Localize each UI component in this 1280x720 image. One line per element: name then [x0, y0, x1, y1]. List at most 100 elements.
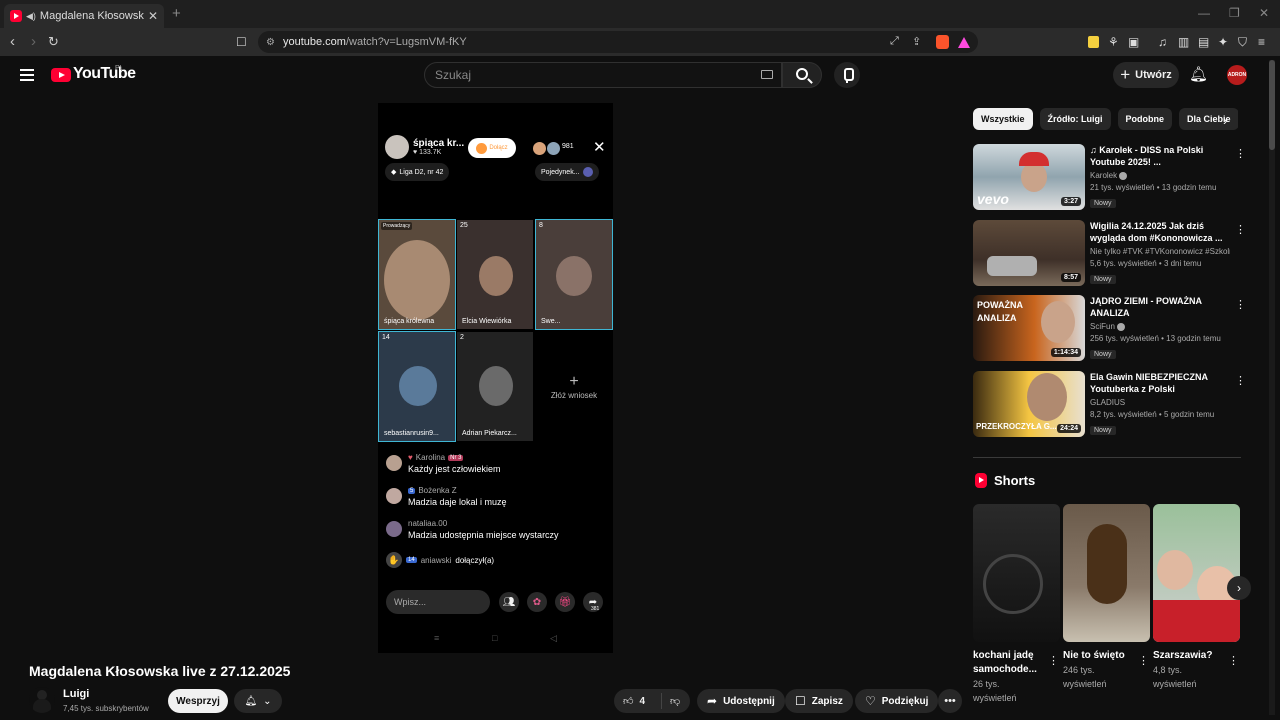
site-info-icon[interactable]: ⚙ [266, 37, 275, 48]
search-input[interactable]: Szukaj [424, 62, 782, 88]
thanks-button[interactable]: ♡ Podziękuj [855, 689, 939, 713]
brave-rewards-icon[interactable] [958, 37, 970, 48]
notifications-bell-icon[interactable]: 🔔︎ [1189, 65, 1208, 83]
chip-source[interactable]: Źródło: Luigi [1039, 108, 1111, 130]
minimize-icon[interactable]: — [1198, 6, 1210, 20]
guest-cell: 2 Adrian Piekarcz... [456, 331, 534, 442]
speaker-icon[interactable]: ◀) [26, 11, 36, 22]
recommendation-item[interactable]: POWAŻNA ANALIZA 1:14:34 JĄDRO ZIEMI - PO… [973, 295, 1246, 363]
support-button[interactable]: Wesprzyj [168, 689, 228, 713]
join-user: aniawski [420, 555, 452, 565]
kebab-menu-icon[interactable]: ⋮ [1228, 654, 1239, 667]
youtube-logo-text[interactable]: YouTube [73, 65, 136, 83]
new-badge: Nowy [1090, 426, 1116, 435]
media-icon[interactable]: ♫ [1158, 35, 1167, 49]
chevron-right-icon[interactable]: › [1223, 113, 1227, 128]
short-thumbnail[interactable] [973, 504, 1060, 642]
host-name: śpiąca kr... [413, 138, 465, 149]
shorts-next-button[interactable]: › [1227, 576, 1251, 600]
short-thumbnail[interactable] [1153, 504, 1240, 642]
open-external-icon[interactable]: ⤢ [890, 35, 899, 48]
vpn-shield-icon[interactable]: ⛉ [1238, 35, 1247, 50]
channel-name: GLADIUS [1090, 398, 1126, 407]
like-button[interactable]: 👍︎ 4 [614, 693, 662, 709]
chip-similar[interactable]: Podobne [1117, 108, 1173, 130]
bookmark-icon[interactable]: ☐ [236, 35, 247, 49]
duel-label: Pojedynek... [541, 168, 580, 176]
account-avatar[interactable]: ADRON [1227, 65, 1247, 85]
recommendation-item[interactable]: 8:57 Wigilia 24.12.2025 Jak dziś wygląda… [973, 220, 1246, 288]
extensions-icon[interactable]: ⚘ [1108, 35, 1119, 49]
browser-tab[interactable]: ◀) Magdalena Kłosowska live z 2 ✕ [4, 4, 164, 28]
close-window-icon[interactable]: ✕ [1259, 6, 1269, 20]
wallet-icon[interactable]: ▤ [1198, 35, 1209, 49]
hamburger-menu-icon[interactable] [20, 69, 34, 81]
search-button[interactable] [782, 62, 822, 88]
recommendation-item[interactable]: PRZEKROCZYŁA G... 24:24 Ela Gawin NIEBEZ… [973, 371, 1246, 439]
keyboard-icon[interactable] [761, 70, 773, 79]
verified-icon [1119, 171, 1128, 180]
video-thumbnail[interactable]: 8:57 [973, 220, 1085, 286]
extension-box-icon[interactable]: ▣ [1128, 35, 1139, 49]
back-icon[interactable]: ‹ [10, 33, 15, 50]
page-scrollbar[interactable] [1269, 60, 1275, 715]
more-actions-icon[interactable]: ••• [938, 689, 962, 713]
sidebar-icon[interactable]: ▥ [1178, 35, 1189, 49]
heart-icon: ♥ [408, 453, 413, 462]
close-tab-icon[interactable]: ✕ [148, 9, 158, 23]
video-title: Ela Gawin NIEBEZPIECZNA Youtuberka z Pol… [1090, 372, 1208, 394]
new-tab-button[interactable]: + [172, 5, 181, 22]
guest-score: 25 [460, 222, 468, 229]
maximize-icon[interactable]: ❐ [1229, 6, 1240, 20]
short-title: Szarszawia? [1153, 650, 1213, 661]
add-request-label: Złóż wniosek [550, 391, 598, 400]
short-thumbnail[interactable] [1063, 504, 1150, 642]
chat-user: Bożenka Z [418, 486, 457, 495]
video-duration: 8:57 [1060, 273, 1081, 282]
kebab-menu-icon[interactable]: ⋮ [1235, 298, 1246, 311]
video-thumbnail[interactable]: POWAŻNA ANALIZA 1:14:34 [973, 295, 1085, 361]
kebab-menu-icon[interactable]: ⋮ [1235, 223, 1246, 236]
share-page-icon[interactable]: ⇪ [912, 35, 921, 48]
short-item[interactable]: kochani jadę samochode... 26 tys. wyświe… [973, 504, 1060, 705]
filter-chips: Wszystkie Źródło: Luigi Podobne Dla Cieb… [973, 108, 1238, 132]
voice-search-icon[interactable] [834, 62, 860, 88]
forward-icon[interactable]: › [31, 33, 36, 50]
kebab-menu-icon[interactable]: ⋮ [1048, 654, 1059, 667]
subscription-bell-button[interactable]: 🔔︎ ⌄ [234, 689, 282, 713]
kebab-menu-icon[interactable]: ⋮ [1138, 654, 1149, 667]
short-item[interactable]: Nie to święto 246 tys. wyświetleń ⋮ [1063, 504, 1150, 691]
short-views: 246 tys. wyświetleń [1063, 665, 1107, 689]
kebab-menu-icon[interactable]: ⋮ [1235, 147, 1246, 160]
save-label: Zapisz [811, 695, 843, 707]
guest-score: 2 [460, 334, 464, 341]
join-badge: 14 [406, 557, 417, 563]
video-thumbnail[interactable]: PRZEKROCZYŁA G... 24:24 [973, 371, 1085, 437]
dislike-button[interactable]: 👎︎ [662, 695, 680, 707]
video-thumbnail[interactable]: vevo 3:27 [973, 144, 1085, 210]
leo-ai-icon[interactable]: ✦ [1218, 35, 1228, 49]
url-bar[interactable]: ⚙ youtube.com/watch?v=LugsmVM-fKY ⤢ ⇪ [258, 31, 978, 53]
channel-avatar[interactable] [29, 687, 55, 713]
reload-icon[interactable]: ↻ [48, 34, 59, 50]
extension-yellow-icon[interactable] [1088, 36, 1099, 48]
youtube-logo-icon[interactable] [51, 68, 71, 82]
channel-name[interactable]: Luigi [63, 688, 89, 700]
recommendation-item[interactable]: vevo 3:27 ♫ Karolek - DISS na Polski You… [973, 144, 1246, 212]
share-button[interactable]: ➦ Udostępnij [697, 689, 785, 713]
league-label: Liga D2, nr 42 [399, 168, 444, 176]
kebab-menu-icon[interactable]: ⋮ [1235, 374, 1246, 387]
short-item[interactable]: Szarszawia? 4,8 tys. wyświetleń ⋮ [1153, 504, 1240, 691]
join-event: ✋ 14 aniawski dołączył(a) [386, 552, 606, 568]
guest-name: Elcia Wiewiórka [462, 318, 512, 325]
video-player[interactable]: śpiąca kr... ♥ 133.7K Dołącz 981 ✕ ◆ Lig… [378, 103, 613, 653]
menu-icon[interactable]: ≡ [1258, 35, 1265, 49]
scrollbar-thumb[interactable] [1269, 60, 1275, 150]
chip-all[interactable]: Wszystkie [973, 108, 1033, 130]
channel-name: SciFun [1090, 322, 1115, 331]
create-button[interactable]: + Utwórz [1113, 62, 1179, 88]
save-button[interactable]: ☐ Zapisz [785, 689, 853, 713]
brave-shields-icon[interactable] [936, 35, 949, 49]
viewer-avatar [532, 141, 547, 156]
chip-for-you[interactable]: Dla Ciebie [1179, 108, 1238, 130]
